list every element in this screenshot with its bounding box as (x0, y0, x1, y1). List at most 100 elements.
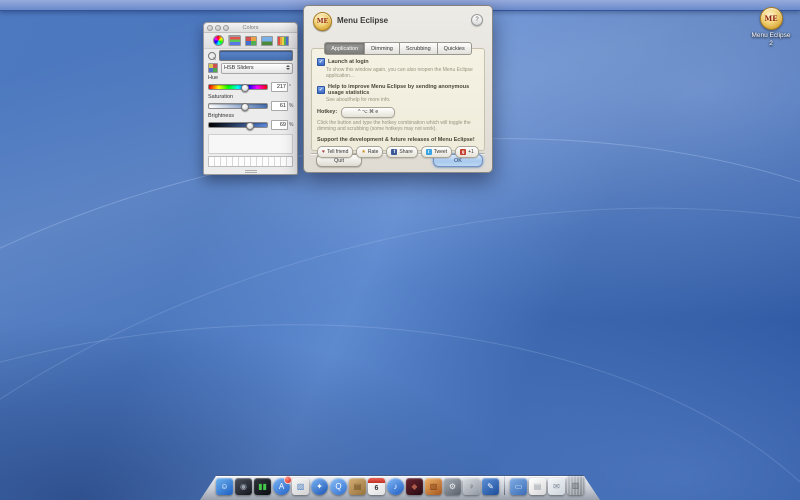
support-buttons: ♥Tell friend★RatefShare tTweetg+1 (317, 146, 479, 158)
usage-statistics-row: ✓ Help to improve Menu Eclipse by sendin… (317, 84, 479, 96)
application-tab-content: ✓ Launch at login To show this window ag… (311, 48, 485, 151)
dock: ☺◉▮▮A▨✦Q▤6♪◆▧⚙♀✎▭▤✉▥ (200, 468, 600, 500)
document-stack-dock-icon[interactable]: ▤ (529, 478, 546, 495)
tweet-icon: t (426, 149, 432, 155)
dvd-player-dock-icon[interactable]: ◆ (406, 478, 423, 495)
documents-folder-dock-icon[interactable]: ▭ (510, 478, 527, 495)
colors-title: Colors (204, 25, 297, 31)
tab-bar: ApplicationDimmingScrubbingQuickies (304, 42, 492, 55)
keychain-access-dock-icon[interactable]: ♀ (463, 478, 480, 495)
tab-quickies[interactable]: Quickies (438, 42, 472, 55)
launch-at-login-label: Launch at login (328, 59, 369, 65)
window-titlebar[interactable]: ME Menu Eclipse ? (304, 6, 492, 38)
image-palettes-icon[interactable] (260, 35, 273, 46)
brightness-label: Brightness (208, 113, 293, 119)
support-rate-button[interactable]: ★Rate (356, 146, 383, 158)
mode-row: HSB Sliders (204, 62, 297, 74)
hotkey-note: Click the button and type the hotkey com… (317, 120, 479, 133)
hue-slider[interactable] (208, 84, 268, 90)
hotkey-row: Hotkey: ^ ⌥ ⌘ e (317, 107, 479, 118)
swatch-grid (208, 156, 293, 167)
select-arrows-icon (286, 65, 290, 70)
sliders: Hue217° Saturation61% Brightness69% (204, 74, 297, 132)
mail-window-dock-icon[interactable]: ✉ (548, 478, 565, 495)
launch-at-login-row: ✓ Launch at login (317, 58, 479, 66)
support-heading: Support the development & future release… (317, 137, 479, 143)
tab-dimming[interactable]: Dimming (365, 42, 400, 55)
color-palettes-icon[interactable] (244, 35, 257, 46)
help-button[interactable]: ? (471, 14, 483, 26)
safari-dock-icon[interactable]: ✦ (311, 478, 328, 495)
desktop-icon-label: Menu Eclipse 2 (746, 32, 796, 48)
desktop-icon-menu-eclipse[interactable]: ME Menu Eclipse 2 (746, 7, 796, 48)
app-icon-monogram: ME (764, 14, 777, 23)
itunes-dock-icon[interactable]: ♪ (387, 478, 404, 495)
support-share-button[interactable]: fShare (386, 146, 417, 158)
support-tell-friend-button[interactable]: ♥Tell friend (317, 146, 353, 158)
share-icon: f (391, 149, 397, 155)
tab-application[interactable]: Application (324, 42, 365, 55)
contacts-dock-icon[interactable]: ▤ (349, 478, 366, 495)
colors-toolbar (204, 33, 297, 49)
brightness-slider-thumb[interactable] (246, 122, 254, 130)
saturation-value-field[interactable]: 61 (271, 101, 288, 111)
menu-eclipse-app-icon[interactable]: ME (760, 7, 783, 30)
stats-note: See about/help for more info. (326, 97, 479, 103)
hue-label: Hue (208, 75, 293, 81)
app-store-dock-icon[interactable]: A (273, 478, 290, 495)
utilities-tool-dock-icon[interactable]: ✎ (482, 478, 499, 495)
launch-note: To show this window again, you can also … (326, 67, 479, 80)
support-tweet-button[interactable]: tTweet (421, 146, 452, 158)
dock-separator (504, 475, 505, 495)
menu-eclipse-window-icon: ME (313, 12, 332, 31)
saturation-slider-thumb[interactable] (241, 103, 249, 111)
saturation-label: Saturation (208, 94, 293, 100)
hotkey-button[interactable]: ^ ⌥ ⌘ e (341, 107, 395, 118)
hue-value-field[interactable]: 217 (271, 82, 288, 92)
photos-dock-icon[interactable]: ▧ (425, 478, 442, 495)
trash-dock-icon[interactable]: ▥ (567, 476, 584, 495)
hue-unit: ° (289, 84, 293, 90)
finder-dock-icon[interactable]: ☺ (216, 478, 233, 495)
menu-eclipse-window: ME Menu Eclipse ? ApplicationDimmingScru… (303, 5, 493, 173)
notification-badge (284, 476, 292, 484)
system-preferences-dock-icon[interactable]: ⚙ (444, 478, 461, 495)
color-sliders-icon[interactable] (228, 35, 241, 46)
rate-icon: ★ (361, 150, 365, 155)
color-wheel-icon[interactable] (212, 35, 225, 46)
saturation-slider[interactable] (208, 103, 268, 109)
preview-dock-icon[interactable]: ▨ (292, 478, 309, 495)
saturation-unit: % (289, 103, 293, 109)
colors-panel: Colors HSB Sliders Hue217° Saturation61% B… (203, 22, 298, 175)
usage-statistics-checkbox[interactable]: ✓ (317, 86, 325, 94)
magnifier-icon[interactable] (208, 52, 216, 60)
mini-palette-icon[interactable] (208, 63, 218, 73)
tab-scrubbing[interactable]: Scrubbing (400, 42, 438, 55)
quicktime-dock-icon[interactable]: Q (330, 478, 347, 495)
current-color-swatch[interactable] (219, 50, 293, 61)
support-1-button[interactable]: g+1 (455, 146, 479, 158)
brightness-value-field[interactable]: 69 (271, 120, 288, 130)
window-title: Menu Eclipse (337, 16, 388, 25)
desktop: ME Menu Eclipse 2 Colors HSB Sliders Hue… (0, 0, 800, 500)
slider-mode-select[interactable]: HSB Sliders (221, 63, 293, 74)
1-icon: g (460, 149, 466, 155)
brightness-slider[interactable] (208, 122, 268, 128)
colors-titlebar[interactable]: Colors (204, 23, 297, 33)
brightness-unit: % (289, 122, 293, 128)
color-well-area (208, 134, 293, 154)
activity-monitor-dock-icon[interactable]: ▮▮ (254, 478, 271, 495)
usage-statistics-label: Help to improve Menu Eclipse by sending … (328, 84, 479, 96)
calendar-dock-icon[interactable]: 6 (368, 478, 385, 495)
photo-booth-dock-icon[interactable]: ◉ (235, 478, 252, 495)
resize-handle[interactable] (204, 168, 297, 174)
color-search-row (204, 49, 297, 62)
hotkey-label: Hotkey: (317, 109, 337, 115)
launch-at-login-checkbox[interactable]: ✓ (317, 58, 325, 66)
dock-icons: ☺◉▮▮A▨✦Q▤6♪◆▧⚙♀✎▭▤✉▥ (216, 475, 584, 495)
swatch-cell[interactable] (287, 157, 292, 166)
crayons-icon[interactable] (276, 35, 289, 46)
slider-mode-value: HSB Sliders (224, 65, 254, 71)
hue-slider-thumb[interactable] (241, 84, 249, 92)
tell-friend-icon: ♥ (322, 150, 325, 155)
